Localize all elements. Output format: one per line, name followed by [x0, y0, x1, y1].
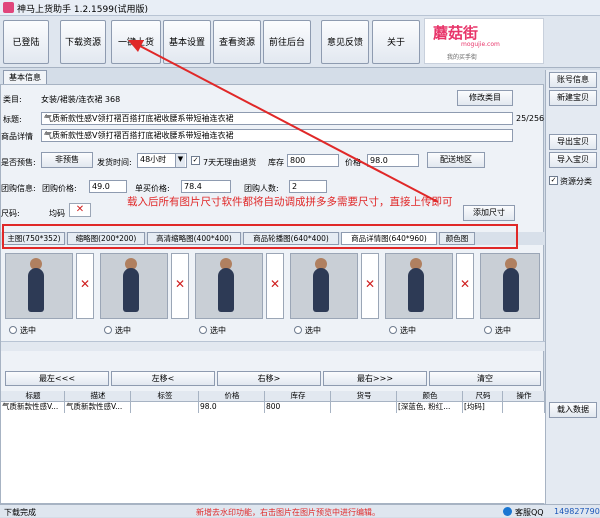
annotation-arrow-icon: [128, 40, 439, 203]
